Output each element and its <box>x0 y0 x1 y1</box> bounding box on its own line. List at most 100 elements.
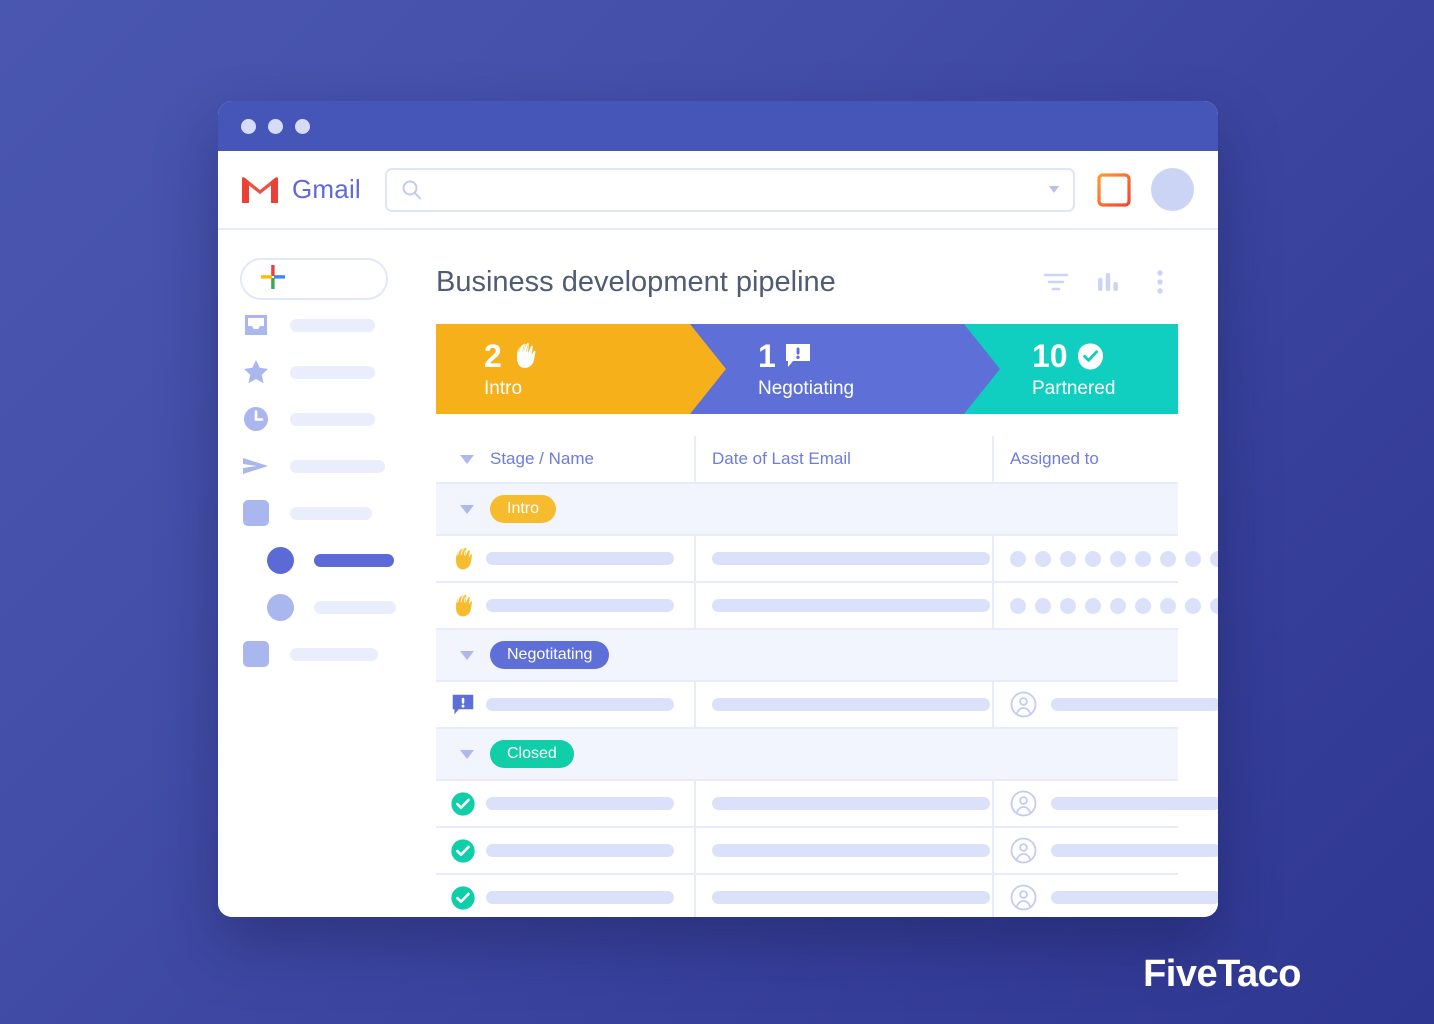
stage-label: Partnered <box>1032 378 1116 399</box>
table-row[interactable] <box>436 536 1218 583</box>
alert-bubble-icon <box>784 342 812 370</box>
stage-intro[interactable]: 2 Intro <box>436 324 726 414</box>
alert-bubble-icon <box>448 690 478 720</box>
assigned-placeholder <box>1051 797 1218 810</box>
status-badge: Intro <box>490 495 557 523</box>
check-circle-icon <box>448 789 478 819</box>
page-title: Business development pipeline <box>436 265 836 298</box>
browser-window: Gmail Business development pipeline 2 In… <box>218 101 1218 917</box>
stage-label: Negotiating <box>758 378 855 399</box>
name-placeholder <box>486 891 674 904</box>
table-row[interactable] <box>436 875 1218 917</box>
stage-count: 1 <box>758 338 776 374</box>
table-row[interactable] <box>436 583 1218 630</box>
name-placeholder <box>486 844 674 857</box>
square-label-icon <box>240 638 272 670</box>
stage-label: Intro <box>484 378 523 399</box>
star-icon <box>240 356 272 388</box>
sidebar-item-sent[interactable] <box>240 444 418 488</box>
sidebar-item-label <box>314 600 396 614</box>
table-row[interactable] <box>436 682 1218 729</box>
sidebar-item-label <box>290 459 385 473</box>
window-close-dot[interactable] <box>241 118 256 134</box>
circle-icon <box>264 591 296 623</box>
stage-negotiating[interactable]: 1 Negotiating <box>690 324 1000 414</box>
window-minimize-dot[interactable] <box>268 118 283 134</box>
stage-count: 10 <box>1032 338 1068 374</box>
window-titlebar <box>218 101 1218 151</box>
date-placeholder <box>712 698 990 711</box>
column-label: Date of Last Email <box>712 449 851 468</box>
person-avatar-icon <box>1010 790 1037 817</box>
watermark-fivetaco: FiveTaco <box>1143 953 1301 995</box>
square-label-icon <box>240 497 272 529</box>
stage-count: 2 <box>484 338 502 374</box>
pipeline-stage-bar: 2 Intro 1 Negotiating 10 Partnered <box>436 324 1178 414</box>
date-placeholder <box>712 797 990 810</box>
search-input[interactable] <box>431 180 1049 199</box>
assigned-placeholder <box>1051 698 1218 711</box>
chevron-down-icon[interactable] <box>460 749 474 759</box>
more-vertical-icon[interactable] <box>1142 264 1178 300</box>
chevron-down-icon[interactable] <box>460 454 474 464</box>
table-row[interactable] <box>436 781 1218 828</box>
chevron-down-icon[interactable] <box>1049 186 1059 193</box>
column-header-stage-name[interactable]: Stage / Name <box>436 436 694 482</box>
name-placeholder <box>486 797 674 810</box>
column-header-date[interactable]: Date of Last Email <box>694 436 992 482</box>
wave-hand-icon <box>448 544 478 574</box>
sidebar-item-snoozed[interactable] <box>240 397 418 441</box>
layout-grid-icon[interactable] <box>1097 172 1131 207</box>
group-header-row[interactable]: Negotitating <box>436 630 1178 682</box>
group-header-row[interactable]: Intro <box>436 484 1178 536</box>
user-avatar[interactable] <box>1151 168 1194 211</box>
search-bar[interactable] <box>384 167 1075 212</box>
sidebar-item-label-2[interactable] <box>240 632 418 676</box>
window-maximize-dot[interactable] <box>295 118 310 134</box>
person-avatar-icon <box>1010 837 1037 864</box>
sidebar-item-label <box>290 506 372 520</box>
group-header-row[interactable]: Closed <box>436 729 1178 781</box>
gmail-m-logo-icon <box>240 175 280 205</box>
filter-icon[interactable] <box>1038 264 1074 300</box>
sidebar-item-inbox[interactable] <box>240 303 418 347</box>
sidebar <box>218 230 418 917</box>
sidebar-item-pipeline-active[interactable] <box>240 538 418 582</box>
column-label: Assigned to <box>1010 449 1099 468</box>
check-circle-icon <box>1076 342 1105 371</box>
gmail-header: Gmail <box>218 151 1218 230</box>
send-icon <box>240 450 272 482</box>
compose-button[interactable] <box>240 258 388 300</box>
app-body: Business development pipeline 2 Intro 1 … <box>218 230 1218 917</box>
column-label: Stage / Name <box>490 449 594 468</box>
name-placeholder <box>486 698 674 711</box>
sidebar-item-label <box>290 318 375 332</box>
person-avatar-icon <box>1010 691 1037 718</box>
name-placeholder <box>486 599 674 612</box>
table-header-row: Stage / Name Date of Last Email Assigned… <box>436 436 1178 484</box>
table-row[interactable] <box>436 828 1218 875</box>
sidebar-item-label-1[interactable] <box>240 491 418 535</box>
check-circle-icon <box>448 883 478 913</box>
circle-icon <box>264 544 296 576</box>
assigned-placeholder <box>1051 891 1218 904</box>
wave-hand-icon <box>510 341 540 371</box>
column-header-assigned[interactable]: Assigned to <box>992 436 1178 482</box>
gmail-brand-label: Gmail <box>292 174 361 204</box>
clock-icon <box>240 403 272 435</box>
chevron-down-icon[interactable] <box>460 504 474 514</box>
sidebar-item-label <box>290 365 375 379</box>
main-content: Business development pipeline 2 Intro 1 … <box>418 230 1218 917</box>
chevron-down-icon[interactable] <box>460 650 474 660</box>
sidebar-item-starred[interactable] <box>240 350 418 394</box>
date-placeholder <box>712 552 990 565</box>
pipeline-table: Stage / Name Date of Last Email Assigned… <box>436 436 1218 917</box>
assigned-dots <box>1010 550 1218 567</box>
person-avatar-icon <box>1010 884 1037 911</box>
sidebar-item-pipeline-other[interactable] <box>240 585 418 629</box>
status-badge: Negotitating <box>490 641 610 669</box>
search-icon <box>401 179 422 200</box>
date-placeholder <box>712 891 990 904</box>
bar-chart-icon[interactable] <box>1090 264 1126 300</box>
inbox-icon <box>240 309 272 341</box>
